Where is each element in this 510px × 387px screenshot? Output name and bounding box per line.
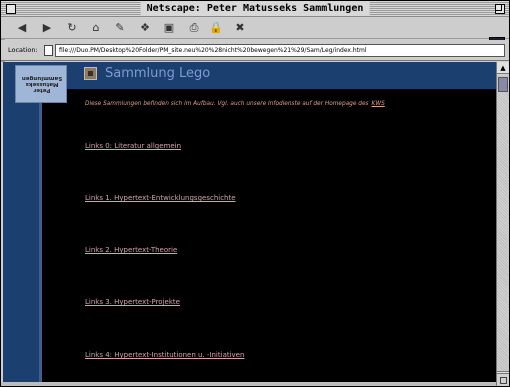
images-icon: ▣ (163, 21, 175, 34)
lock-icon: 🔒 (209, 21, 223, 34)
search-button[interactable]: ✎ (113, 21, 127, 35)
url-field[interactable]: file:///Duo.PM/Desktop%20Folder/PM_site.… (55, 44, 505, 57)
link-hypertext-institutionen[interactable]: Links 4: Hypertext-Institutionen u. -Ini… (85, 351, 244, 360)
reload-button[interactable]: ↻ (65, 21, 79, 35)
scroll-thumb[interactable] (498, 77, 508, 92)
link-hypertext-projekte[interactable]: Links 3. Hypertext-Projekte (85, 298, 180, 307)
page-content: Peter Matusseks Sammlungen Sammlung Lego… (3, 62, 496, 382)
page-proxy-icon[interactable] (44, 45, 53, 56)
images-button[interactable]: ▣ (162, 21, 176, 35)
browser-window: Netscape: Peter Matusseks Sammlungen ◀ ▶… (0, 0, 510, 387)
location-label: Location: (8, 46, 38, 54)
resize-grip[interactable] (496, 373, 509, 386)
intro-text: Diese Sammlungen befinden sich im Aufbau… (85, 100, 485, 108)
site-logo-text: Peter Matusseks Sammlungen (21, 75, 63, 93)
status-bar (1, 382, 509, 386)
header-band (3, 62, 496, 89)
kws-link[interactable]: KWS (372, 101, 385, 107)
scroll-track[interactable] (497, 75, 509, 371)
scroll-up-arrow-icon[interactable]: ▲ (497, 62, 509, 74)
zoom-box[interactable] (495, 4, 505, 14)
print-button[interactable]: ⎙ (187, 21, 201, 35)
link-literatur-allgemein[interactable]: Links 0: Literatur allgemein (85, 142, 181, 151)
stop-button[interactable]: ✖ (233, 21, 247, 35)
title-bar[interactable]: Netscape: Peter Matusseks Sammlungen (1, 1, 509, 17)
left-divider (39, 102, 42, 382)
close-box[interactable] (6, 4, 16, 14)
page-title: Sammlung Lego (105, 66, 211, 81)
location-bar: Location: file:///Duo.PM/Desktop%20Folde… (1, 40, 509, 61)
lego-icon (84, 67, 97, 80)
window-title: Netscape: Peter Matusseks Sammlungen (140, 2, 370, 16)
link-hypertext-theorie[interactable]: Links 2. Hypertext-Theorie (85, 246, 177, 255)
navigation-toolbar: ◀ ▶ ↻ ⌂ ✎ ❖ ▣ ⎙ 🔒 ✖ N (1, 18, 509, 54)
print-icon: ⎙ (189, 21, 199, 34)
guide-icon: ❖ (140, 21, 150, 34)
back-arrow-icon: ◀ (17, 21, 27, 34)
home-icon: ⌂ (92, 21, 100, 34)
stop-icon: ✖ (235, 21, 245, 34)
link-hypertext-entwicklungsgeschichte[interactable]: Links 1. Hypertext-Entwicklungsgeschicht… (85, 194, 236, 203)
left-band (3, 62, 39, 382)
search-icon: ✎ (115, 21, 125, 34)
intro-sentence: Diese Sammlungen befinden sich im Aufbau… (85, 101, 369, 107)
guide-button[interactable]: ❖ (138, 21, 152, 35)
home-button[interactable]: ⌂ (89, 21, 103, 35)
forward-arrow-icon: ▶ (42, 21, 52, 34)
forward-button[interactable]: ▶ (40, 21, 54, 35)
reload-icon: ↻ (67, 21, 77, 34)
site-logo[interactable]: Peter Matusseks Sammlungen (15, 65, 67, 103)
vertical-scrollbar[interactable]: ▲ ▼ (496, 62, 509, 382)
security-button[interactable]: 🔒 (209, 21, 223, 35)
back-button[interactable]: ◀ (15, 21, 29, 35)
